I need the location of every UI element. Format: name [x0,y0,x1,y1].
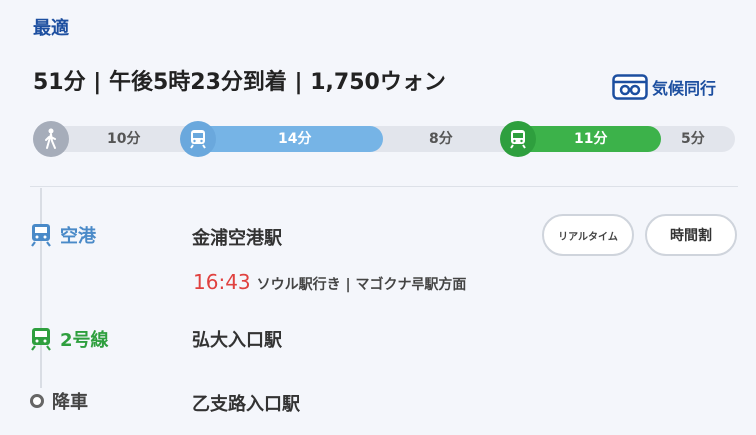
walk-icon [33,121,69,157]
departure-time: 16:43 [193,270,251,294]
climate-pass-button[interactable]: 気候同行 [612,74,716,100]
subway-blue-icon [180,121,216,157]
departure-direction: ソウル駅行き | マゴクナ루駅方面 [256,277,467,293]
segment-green-time: 11分 [574,131,608,147]
section-divider [30,186,738,187]
route-summary: 51分 | 午後5時23分到着 | 1,750ウォン [33,70,446,95]
step-line2-label: 2号線 [30,326,109,352]
segment-blue-time: 14分 [278,131,312,147]
realtime-button[interactable]: リアルタイム [542,214,634,256]
segment-tail-time: 5分 [681,131,705,147]
station-euljiro: 乙支路入口駅 [192,394,300,415]
step-airport-label: 空港 [30,222,96,248]
step-airport-text: 空港 [60,226,96,247]
subway-icon [31,328,51,351]
step-alight-label: 降車 [30,388,88,414]
step-line2-text: 2号線 [60,330,109,351]
subway-green-icon [500,121,536,157]
best-route-badge: 最適 [33,18,69,39]
segment-gap-time: 8分 [429,131,453,147]
departure-info: 16:43 ソウル駅行き | マゴクナ루駅方面 [193,270,466,294]
station-gimpo-airport: 金浦空港駅 [192,228,282,249]
step-alight-text: 降車 [52,392,88,413]
segment-walk-time: 10分 [107,131,141,147]
climate-card-icon [612,74,648,100]
route-timeline-line [40,188,42,388]
route-segment-bar: 10分 14分 8分 11分 5分 [33,121,735,157]
climate-pass-label: 気候同行 [652,79,717,98]
timetable-button[interactable]: 時間割 [645,214,737,256]
alight-circle-icon [30,394,44,408]
subway-icon [31,224,51,247]
station-hongik-univ: 弘大入口駅 [192,330,282,351]
